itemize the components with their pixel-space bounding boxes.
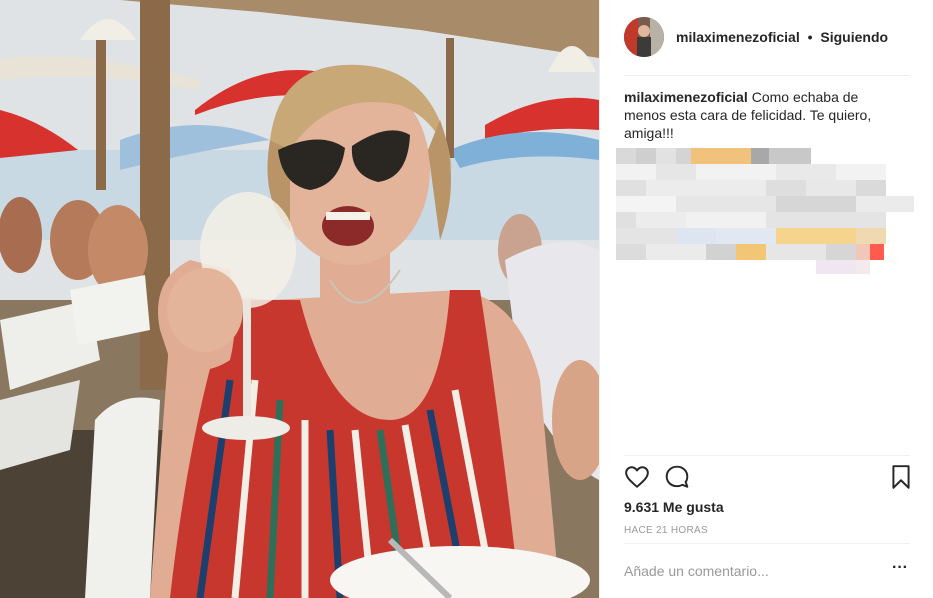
avatar[interactable] [624,17,664,57]
following-button[interactable]: Siguiendo [820,29,888,45]
post-header: milaximenezoficial • Siguiendo [624,16,910,58]
comment-divider [624,543,910,544]
header-divider [624,75,910,76]
post-actions [624,464,916,492]
comment-icon[interactable] [664,464,690,495]
beach-restaurant-photo [0,0,599,598]
post-photo[interactable] [0,0,599,598]
header-text: milaximenezoficial • Siguiendo [676,29,888,45]
like-count[interactable]: 9.631 Me gusta [624,499,724,515]
header-username[interactable]: milaximenezoficial [676,29,800,45]
heart-icon[interactable] [624,464,650,495]
header-separator: • [807,29,813,45]
post-caption: milaximenezoficial Como echaba de menos e… [624,88,884,142]
pixelated-comments [616,148,914,274]
avatar-image-icon [624,17,664,57]
post-timestamp[interactable]: HACE 21 HORAS [624,525,708,536]
post-side-panel: milaximenezoficial • Siguiendo milaximen… [599,0,933,598]
more-options-icon[interactable]: ··· [890,560,910,580]
caption-username[interactable]: milaximenezoficial [624,89,748,105]
bookmark-icon[interactable] [890,464,912,495]
comment-input[interactable] [624,560,874,582]
actions-divider [624,455,910,456]
